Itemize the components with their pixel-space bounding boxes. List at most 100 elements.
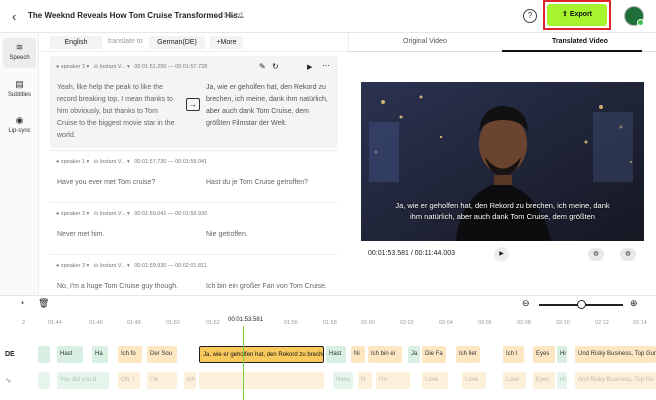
voice-icon: ılı [93,64,99,70]
speaker-icon: ● [56,211,60,217]
track-clip[interactable]: You did you d [57,372,109,389]
track-clip[interactable]: Ich fo [118,346,142,363]
voice-icon: ılı [93,159,99,165]
timeline-tick: 2 [22,320,26,326]
target-text[interactable]: Ja, wie er geholfen hat, den Rekord zu b… [206,82,331,130]
timeline-tick: 01:50 [166,320,180,326]
target-text[interactable]: Ich bin ein großer Fan von Tom Cruise. [206,281,336,293]
waveform-icon: ≋ [15,42,24,52]
magic-wand-icon[interactable]: ✎ [259,62,266,71]
segment-meta: ● speaker 1 ▾ ılı Instant V... ▾ 00:01:5… [56,159,208,165]
segment-meta: ● speaker 3 ▾ ılı Instant V... ▾ 00:01:5… [56,64,208,70]
source-text[interactable]: Never met him. [57,229,179,241]
track-clip[interactable]: Ich l [503,346,524,363]
source-language[interactable]: English [50,36,102,49]
active-tab-indicator [502,50,642,52]
zoom-slider-handle[interactable] [577,300,586,309]
track-clip[interactable]: Hi [557,346,567,363]
more-languages-button[interactable]: +More [210,36,243,49]
track-clip[interactable]: Die Fa [422,346,446,363]
track-clip[interactable]: Hast [57,346,83,363]
track-clip[interactable]: I'm [376,372,410,389]
track-clip[interactable]: Ich bin ei [368,346,402,363]
sidebar-item-lip-sync[interactable]: ◉ Lip-sync [3,111,36,141]
track-clip[interactable]: Love [503,372,526,389]
help-icon[interactable]: ? [523,9,537,23]
play-icon[interactable]: ▶ [307,63,312,71]
video-player[interactable]: Ja, wie er geholfen hat, den Rekord zu b… [361,82,644,241]
track-clip[interactable] [38,372,50,389]
timeline-tick: 02:08 [517,320,531,326]
track-clip[interactable]: Love [422,372,448,389]
play-button[interactable]: ▶ [494,247,509,262]
time-display: 00:01:53.581 / 00:11:44.003 [368,250,456,257]
track-clip[interactable]: N [358,372,372,389]
speaker-icon: ● [56,263,60,269]
segment-meta: ● speaker 3 ▾ ılı Instant V... ▾ 00:01:5… [56,211,208,217]
timeline-tick: 01:52 [206,320,220,326]
track-clip[interactable]: Love [462,372,486,389]
track-clip[interactable]: Have [333,372,353,389]
saved-status: ☁ Saved [214,12,243,19]
subtitle-toggle-icon[interactable]: ◍ [620,248,636,261]
chevron-left-icon[interactable]: ‹ [12,9,16,24]
online-status-dot [637,19,644,26]
timeline-tick: 02:12 [595,320,609,326]
playhead[interactable] [243,326,244,400]
sidebar-item-label: Speech [9,55,30,61]
sidebar-item-subtitles[interactable]: ▤ Subtitles [3,75,36,105]
track-clip[interactable]: Oh, I [118,372,140,389]
source-text[interactable]: No, I'm a huge Tom Cruise guy though. [57,281,192,293]
track-clip[interactable]: Der Sou [147,346,177,363]
speaker-icon: ● [56,159,60,165]
timeline-tick: 01:46 [89,320,103,326]
track-clip[interactable] [38,346,50,363]
tab-original-video[interactable]: Original Video [403,38,447,45]
timeline-tick: 02:10 [556,320,570,326]
track-clip[interactable]: Ni [351,346,365,363]
export-button[interactable]: ⇪ Export [547,4,607,26]
arrow-right-icon[interactable]: → [186,98,200,111]
sidebar-item-speech[interactable]: ≋ Speech [3,38,36,68]
track-clip[interactable]: Ja [408,346,420,363]
track-clip-selected[interactable]: Ja, wie er geholfen hat, den Rekord zu b… [199,346,324,363]
timeline-tick: 01:56 [284,320,298,326]
tab-translated-video[interactable]: Translated Video [552,38,608,45]
zoom-in-icon[interactable]: ⊕ [630,298,638,309]
track-clip[interactable]: Hi [557,372,567,389]
track-clip[interactable]: And Risky Business, Top Gu [575,372,656,389]
timeline-tick: 01:44 [48,320,62,326]
target-language[interactable]: German(DE) [149,36,205,49]
track-clip[interactable]: Eyes [533,346,555,363]
subtitles-icon: ▤ [15,79,24,89]
track-clip[interactable]: Ich fu [184,372,196,389]
trash-icon[interactable]: 🗑 [38,298,49,309]
timeline-tick: 01:48 [127,320,141,326]
track-clip[interactable]: I fe [147,372,177,389]
more-options-icon[interactable]: ⋯ [322,61,330,70]
source-text[interactable]: Have you ever met Tom cruise? [57,177,179,189]
voice-toggle-icon[interactable]: ◍ [588,248,604,261]
speed-icon[interactable]: ◔ [19,298,24,308]
track-clip[interactable]: Ha [92,346,108,363]
zoom-out-icon[interactable]: ⊖ [522,298,530,309]
target-text[interactable]: Nie getroffen. [206,229,331,241]
track-clip[interactable]: Hast [326,346,346,363]
source-text[interactable]: Yeah, like help the peak to like the rec… [57,82,179,142]
playhead-time: 00:01:53.581 [228,317,264,323]
speaker-icon: ● [56,64,60,70]
target-text[interactable]: Hast du je Tom Cruise getroffen? [206,177,331,189]
track-clip[interactable]: Ich liet [456,346,480,363]
sidebar-item-label: Lip-sync [8,128,31,134]
replay-icon[interactable]: ↻ [272,62,279,71]
track-clip[interactable]: Und Risky Business, Top Gun [575,346,656,363]
voice-icon: ılı [93,211,99,217]
track-clip[interactable] [199,372,324,389]
cloud-icon: ☁ [214,12,221,19]
track-clip[interactable]: Eyes [533,372,555,389]
sidebar [0,33,39,295]
timeline-tick: 02:06 [478,320,492,326]
waveform-track-icon: ∿ [5,376,12,385]
project-title[interactable]: The Weeknd Reveals How Tom Cruise Transf… [28,11,244,20]
lips-icon: ◉ [15,115,24,125]
